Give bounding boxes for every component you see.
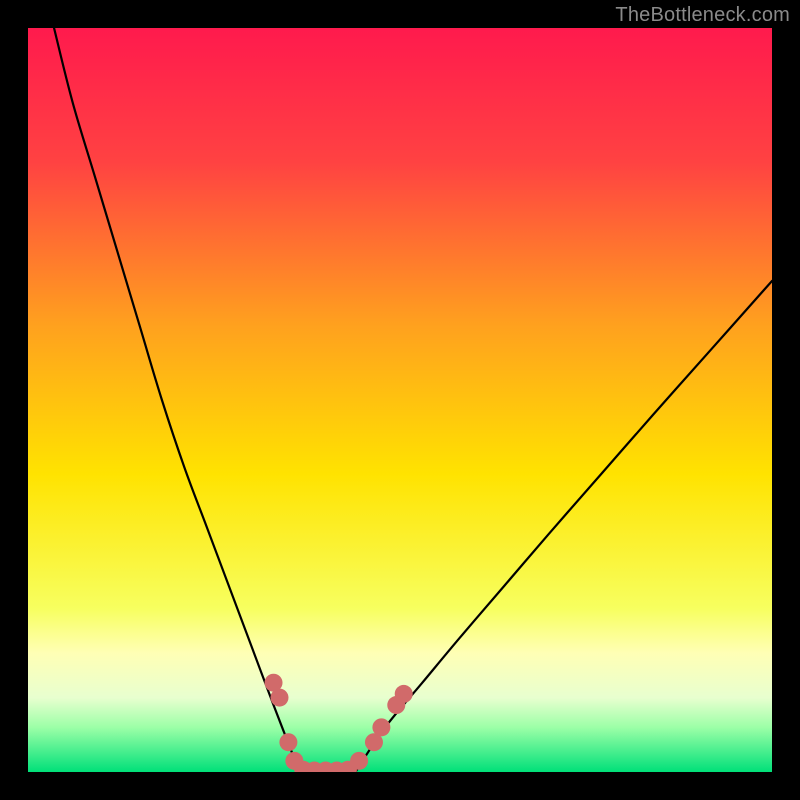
stage: TheBottleneck.com	[0, 0, 800, 800]
right-marker-5	[395, 685, 413, 703]
watermark-text: TheBottleneck.com	[615, 4, 790, 27]
bottleneck-chart	[28, 28, 772, 772]
left-marker-3	[279, 733, 297, 751]
left-marker-2	[270, 689, 288, 707]
right-marker-1	[350, 752, 368, 770]
right-marker-3	[372, 718, 390, 736]
chart-background	[28, 28, 772, 772]
